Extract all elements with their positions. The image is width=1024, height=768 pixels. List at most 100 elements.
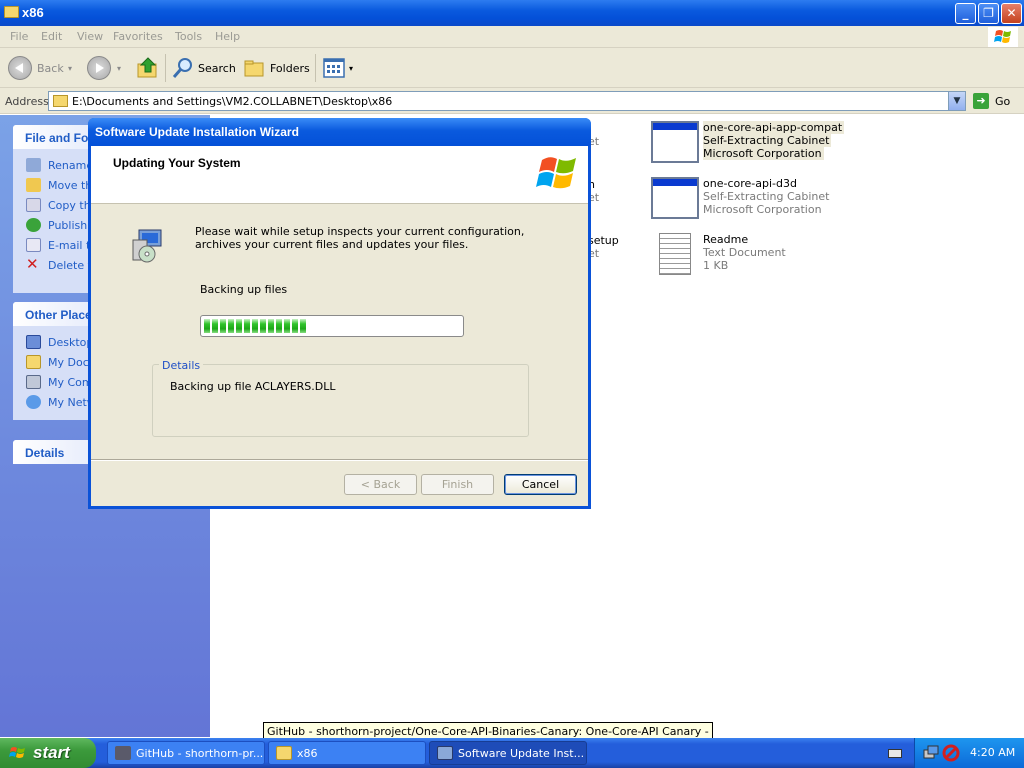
file-name: one-core-api-d3d bbox=[703, 177, 797, 190]
menu-tools[interactable]: Tools bbox=[175, 30, 202, 43]
go-arrow-icon: ➜ bbox=[973, 93, 989, 109]
address-input[interactable]: E:\Documents and Settings\VM2.COLLABNET\… bbox=[48, 91, 966, 111]
progress-segment bbox=[292, 319, 298, 333]
progress-segment bbox=[220, 319, 226, 333]
dialog-message: Please wait while setup inspects your cu… bbox=[195, 225, 525, 251]
back-button[interactable]: Back ▾ bbox=[8, 56, 78, 80]
details-group: Details Backing up file ACLAYERS.DLL bbox=[152, 359, 529, 437]
file-size: 1 KB bbox=[703, 259, 729, 272]
forward-arrow-icon bbox=[87, 56, 111, 80]
windows-flag-icon bbox=[536, 157, 576, 189]
dialog-separator bbox=[91, 459, 588, 461]
cabinet-exe-icon bbox=[651, 121, 699, 163]
file-type: Self-Extracting Cabinet bbox=[703, 134, 832, 147]
finish-button[interactable]: Finish bbox=[421, 474, 494, 495]
progress-segment bbox=[260, 319, 266, 333]
taskbar: start GitHub - shorthorn-pr... x86 Softw… bbox=[0, 738, 1024, 768]
text-document-icon bbox=[659, 233, 691, 275]
file-item-app-compat[interactable]: one-core-api-app-compat Self-Extracting … bbox=[651, 121, 845, 171]
search-button[interactable]: Search bbox=[171, 56, 236, 80]
copy-icon bbox=[26, 198, 41, 212]
menu-help[interactable]: Help bbox=[215, 30, 240, 43]
details-text: Backing up file ACLAYERS.DLL bbox=[170, 380, 336, 393]
progress-status: Backing up files bbox=[200, 283, 288, 296]
cancel-button[interactable]: Cancel bbox=[504, 474, 577, 495]
my-computer-icon bbox=[26, 375, 41, 389]
menu-bar: File Edit View Favorites Tools Help bbox=[0, 26, 1024, 48]
system-tray: 4:20 AM bbox=[914, 738, 1024, 768]
up-folder-button[interactable] bbox=[136, 56, 162, 80]
search-icon bbox=[172, 58, 192, 78]
file-company: Microsoft Corporation bbox=[703, 203, 822, 216]
dialog-body: Updating Your System Please wait while s… bbox=[91, 146, 588, 506]
start-button[interactable]: start bbox=[0, 738, 96, 768]
keyboard-language-icon[interactable] bbox=[888, 749, 902, 758]
forward-button[interactable]: ▾ bbox=[87, 56, 127, 80]
back-dropdown-icon: ▾ bbox=[68, 64, 73, 73]
progress-segment bbox=[236, 319, 242, 333]
file-name: one-core-api-app-compat bbox=[703, 121, 845, 134]
security-alert-tray-icon[interactable] bbox=[942, 744, 960, 762]
desktop-icon bbox=[26, 335, 41, 349]
taskbar-item-github[interactable]: GitHub - shorthorn-pr... bbox=[107, 741, 265, 765]
taskbar-tooltip: GitHub - shorthorn-project/One-Core-API-… bbox=[263, 722, 713, 739]
views-icon bbox=[323, 58, 345, 78]
progress-bar bbox=[200, 315, 464, 337]
go-button[interactable]: ➜ Go bbox=[971, 92, 1021, 110]
menu-favorites[interactable]: Favorites bbox=[113, 30, 163, 43]
address-dropdown-button[interactable]: ▼ bbox=[948, 92, 965, 110]
up-folder-icon bbox=[137, 57, 157, 78]
folder-icon bbox=[276, 746, 292, 760]
cabinet-exe-icon bbox=[651, 177, 699, 219]
update-wizard-dialog: Software Update Installation Wizard Upda… bbox=[88, 118, 591, 509]
address-value: E:\Documents and Settings\VM2.COLLABNET\… bbox=[72, 95, 393, 108]
publish-web-icon bbox=[26, 218, 41, 232]
file-name-partial: setup bbox=[588, 234, 619, 247]
address-bar: Address E:\Documents and Settings\VM2.CO… bbox=[0, 88, 1024, 114]
network-icon bbox=[26, 395, 41, 409]
progress-segment bbox=[276, 319, 282, 333]
toolbar-separator bbox=[165, 54, 166, 82]
file-item-readme[interactable]: Readme Text Document 1 KB bbox=[651, 233, 841, 283]
standard-toolbar: Back ▾ ▾ Search Folders ▾ bbox=[0, 48, 1024, 88]
back-wizard-button[interactable]: < Back bbox=[344, 474, 417, 495]
folders-button[interactable]: Folders bbox=[243, 56, 310, 80]
network-tray-icon[interactable] bbox=[923, 744, 941, 762]
explorer-titlebar[interactable]: x86 _ ❐ ✕ bbox=[0, 0, 1024, 26]
folders-icon bbox=[244, 60, 264, 77]
progress-segment bbox=[244, 319, 250, 333]
minimize-button[interactable]: _ bbox=[955, 3, 976, 24]
start-label: start bbox=[33, 743, 70, 762]
dialog-header: Updating Your System bbox=[91, 146, 588, 204]
details-legend: Details bbox=[159, 359, 204, 372]
file-company: Microsoft Corporation bbox=[703, 147, 824, 160]
close-button[interactable]: ✕ bbox=[1001, 3, 1022, 24]
file-item-d3d[interactable]: one-core-api-d3d Self-Extracting Cabinet… bbox=[651, 177, 841, 227]
progress-segment bbox=[300, 319, 306, 333]
browser-icon bbox=[115, 746, 131, 760]
setup-icon bbox=[437, 746, 453, 760]
setup-computer-icon bbox=[132, 229, 162, 263]
rename-icon bbox=[26, 158, 41, 172]
my-documents-icon bbox=[26, 355, 41, 369]
windows-logo-icon bbox=[988, 27, 1018, 47]
taskbar-item-x86[interactable]: x86 bbox=[268, 741, 426, 765]
dialog-heading: Updating Your System bbox=[113, 156, 241, 170]
toolbar-separator bbox=[315, 54, 316, 82]
clock: 4:20 AM bbox=[970, 746, 1016, 759]
back-arrow-icon bbox=[8, 56, 32, 80]
dialog-title: Software Update Installation Wizard bbox=[95, 125, 299, 139]
menu-edit[interactable]: Edit bbox=[41, 30, 62, 43]
dialog-titlebar[interactable]: Software Update Installation Wizard bbox=[88, 118, 591, 146]
explorer-title: x86 bbox=[22, 5, 44, 20]
taskbar-item-update-wizard[interactable]: Software Update Inst... bbox=[429, 741, 587, 765]
menu-file[interactable]: File bbox=[10, 30, 28, 43]
email-icon bbox=[26, 238, 41, 252]
maximize-button[interactable]: ❐ bbox=[978, 3, 999, 24]
views-button[interactable]: ▾ bbox=[322, 56, 356, 80]
start-flag-icon bbox=[9, 747, 25, 758]
progress-segment bbox=[268, 319, 274, 333]
delete-x-icon: ✕ bbox=[26, 255, 39, 273]
address-label: Address bbox=[5, 95, 49, 108]
menu-view[interactable]: View bbox=[77, 30, 103, 43]
